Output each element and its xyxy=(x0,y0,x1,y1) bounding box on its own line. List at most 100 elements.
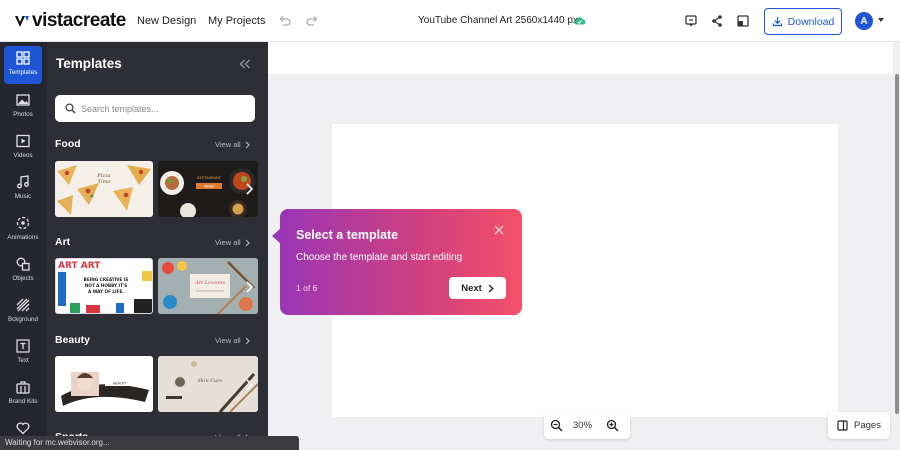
background-icon xyxy=(16,298,30,312)
svg-text:BEAUTY: BEAUTY xyxy=(113,382,128,386)
animations-icon xyxy=(16,216,30,230)
rail-label: Templates xyxy=(8,69,38,76)
pages-icon xyxy=(837,420,848,431)
chevron-right-icon xyxy=(488,283,494,293)
my-projects-link[interactable]: My Projects xyxy=(208,14,265,28)
category-title-art: Art xyxy=(55,236,71,248)
template-thumbnail[interactable]: Pizza Time xyxy=(55,161,153,217)
music-icon xyxy=(17,175,29,189)
svg-text:Time: Time xyxy=(98,179,111,185)
tooltip-step-counter: 1 of 6 xyxy=(296,283,318,293)
template-thumbnail[interactable]: RESTAURANT MENU xyxy=(158,161,258,217)
brand-kit-icon xyxy=(16,381,30,394)
logo-mark-icon xyxy=(15,16,29,27)
pages-label: Pages xyxy=(854,420,881,431)
photo-icon xyxy=(16,94,30,106)
rail-item-videos[interactable]: Videos xyxy=(4,129,42,167)
svg-text:RESTAURANT: RESTAURANT xyxy=(197,176,222,180)
objects-icon xyxy=(16,257,30,271)
restaurant-dishes-image: RESTAURANT MENU xyxy=(158,161,258,217)
rail-item-templates[interactable]: Templates xyxy=(4,46,42,84)
text-icon xyxy=(16,339,30,353)
view-all-art-link[interactable]: View all xyxy=(215,238,250,248)
search-box xyxy=(55,95,255,122)
rail-item-objects[interactable]: Objects xyxy=(4,252,42,290)
scroll-right-icon[interactable] xyxy=(245,379,255,391)
download-button[interactable]: Download xyxy=(764,8,842,35)
scroll-right-icon[interactable] xyxy=(245,183,255,195)
logo-text: vistacreate xyxy=(32,10,126,31)
vistacreate-logo[interactable]: vistacreate xyxy=(14,10,126,32)
rail-label: Photos xyxy=(13,111,33,118)
zoom-level: 30% xyxy=(573,420,593,431)
side-rail: Templates Photos Videos Music Animations xyxy=(0,42,47,450)
tooltip-title: Select a template xyxy=(296,228,399,242)
view-all-label: View all xyxy=(215,140,241,149)
feedback-icon[interactable] xyxy=(684,14,698,28)
download-label: Download xyxy=(787,15,835,28)
cloud-saved-icon xyxy=(574,17,586,25)
category-title-food: Food xyxy=(55,138,81,150)
avatar[interactable]: A xyxy=(855,12,873,30)
rail-item-text[interactable]: Text xyxy=(4,334,42,372)
pizza-slices-image: Pizza Time xyxy=(55,161,153,217)
rail-item-music[interactable]: Music xyxy=(4,170,42,208)
chevron-right-icon xyxy=(245,337,250,345)
share-icon[interactable] xyxy=(710,14,724,28)
canvas-top-strip xyxy=(268,42,893,74)
svg-text:A WAY OF LIFE.: A WAY OF LIFE. xyxy=(88,289,124,294)
rail-label: Objects xyxy=(12,275,34,282)
view-all-label: View all xyxy=(215,336,241,345)
browser-status-bar: Waiting for mc.webvisor.org... xyxy=(0,436,299,450)
new-design-link[interactable]: New Design xyxy=(137,14,196,28)
zoom-out-icon[interactable] xyxy=(550,419,563,432)
rail-item-background[interactable]: Bckground xyxy=(4,293,42,331)
category-title-beauty: Beauty xyxy=(55,334,91,346)
redo-icon[interactable] xyxy=(305,14,319,28)
rail-item-photos[interactable]: Photos xyxy=(4,88,42,126)
template-thumbnail[interactable]: ART ART BEING CREATIVE IS NOT A HOBBY IT… xyxy=(55,258,153,314)
svg-text:MENU: MENU xyxy=(204,185,215,189)
collapse-panel-icon[interactable] xyxy=(239,59,251,69)
art-quote-image: ART ART BEING CREATIVE IS NOT A HOBBY IT… xyxy=(56,259,152,313)
close-icon[interactable] xyxy=(494,225,504,235)
view-all-beauty-link[interactable]: View all xyxy=(215,336,250,346)
caret-down-icon[interactable] xyxy=(878,18,884,22)
svg-text:Skin Care: Skin Care xyxy=(197,378,222,384)
video-icon xyxy=(16,134,30,148)
rail-label: Music xyxy=(14,193,32,200)
rail-label: Brand Kits xyxy=(8,398,38,405)
tooltip-body: Choose the template and start editing xyxy=(296,252,463,263)
top-bar: vistacreate New Design My Projects YouTu… xyxy=(0,0,900,42)
rail-label: Animations xyxy=(7,234,39,241)
rail-label: Bckground xyxy=(7,316,39,323)
view-all-label: View all xyxy=(215,238,241,247)
chevron-right-icon xyxy=(245,141,250,149)
cosmetics-image: Skin Care xyxy=(158,356,258,412)
search-input[interactable] xyxy=(81,100,246,117)
rail-item-animations[interactable]: Animations xyxy=(4,211,42,249)
document-title[interactable]: YouTube Channel Art 2560x1440 px xyxy=(418,14,578,28)
rail-label: Videos xyxy=(13,152,33,159)
templates-panel: Templates Food View all Pizza Time xyxy=(47,42,268,450)
resize-icon[interactable] xyxy=(736,14,750,28)
svg-text:Art Lessons: Art Lessons xyxy=(194,280,225,286)
next-button[interactable]: Next xyxy=(449,277,506,299)
panel-title: Templates xyxy=(56,56,122,71)
undo-icon[interactable] xyxy=(278,14,292,28)
canvas-scrollbar[interactable] xyxy=(895,74,899,414)
svg-text:BEING CREATIVE IS: BEING CREATIVE IS xyxy=(84,277,129,282)
pages-button[interactable]: Pages xyxy=(828,412,890,439)
templates-icon xyxy=(16,51,30,65)
template-thumbnail[interactable]: BEAUTY xyxy=(55,356,153,412)
template-thumbnail[interactable]: Art Lessons xyxy=(158,258,258,314)
template-thumbnail[interactable]: Skin Care xyxy=(158,356,258,412)
zoom-in-icon[interactable] xyxy=(606,419,619,432)
svg-text:NOT A HOBBY IT'S: NOT A HOBBY IT'S xyxy=(85,283,128,288)
rail-label: Text xyxy=(17,357,29,364)
search-icon xyxy=(65,103,76,114)
scroll-right-icon[interactable] xyxy=(245,281,255,293)
rail-item-brand-kits[interactable]: Brand Kits xyxy=(4,375,42,413)
view-all-food-link[interactable]: View all xyxy=(215,140,250,150)
heart-icon xyxy=(16,422,30,435)
